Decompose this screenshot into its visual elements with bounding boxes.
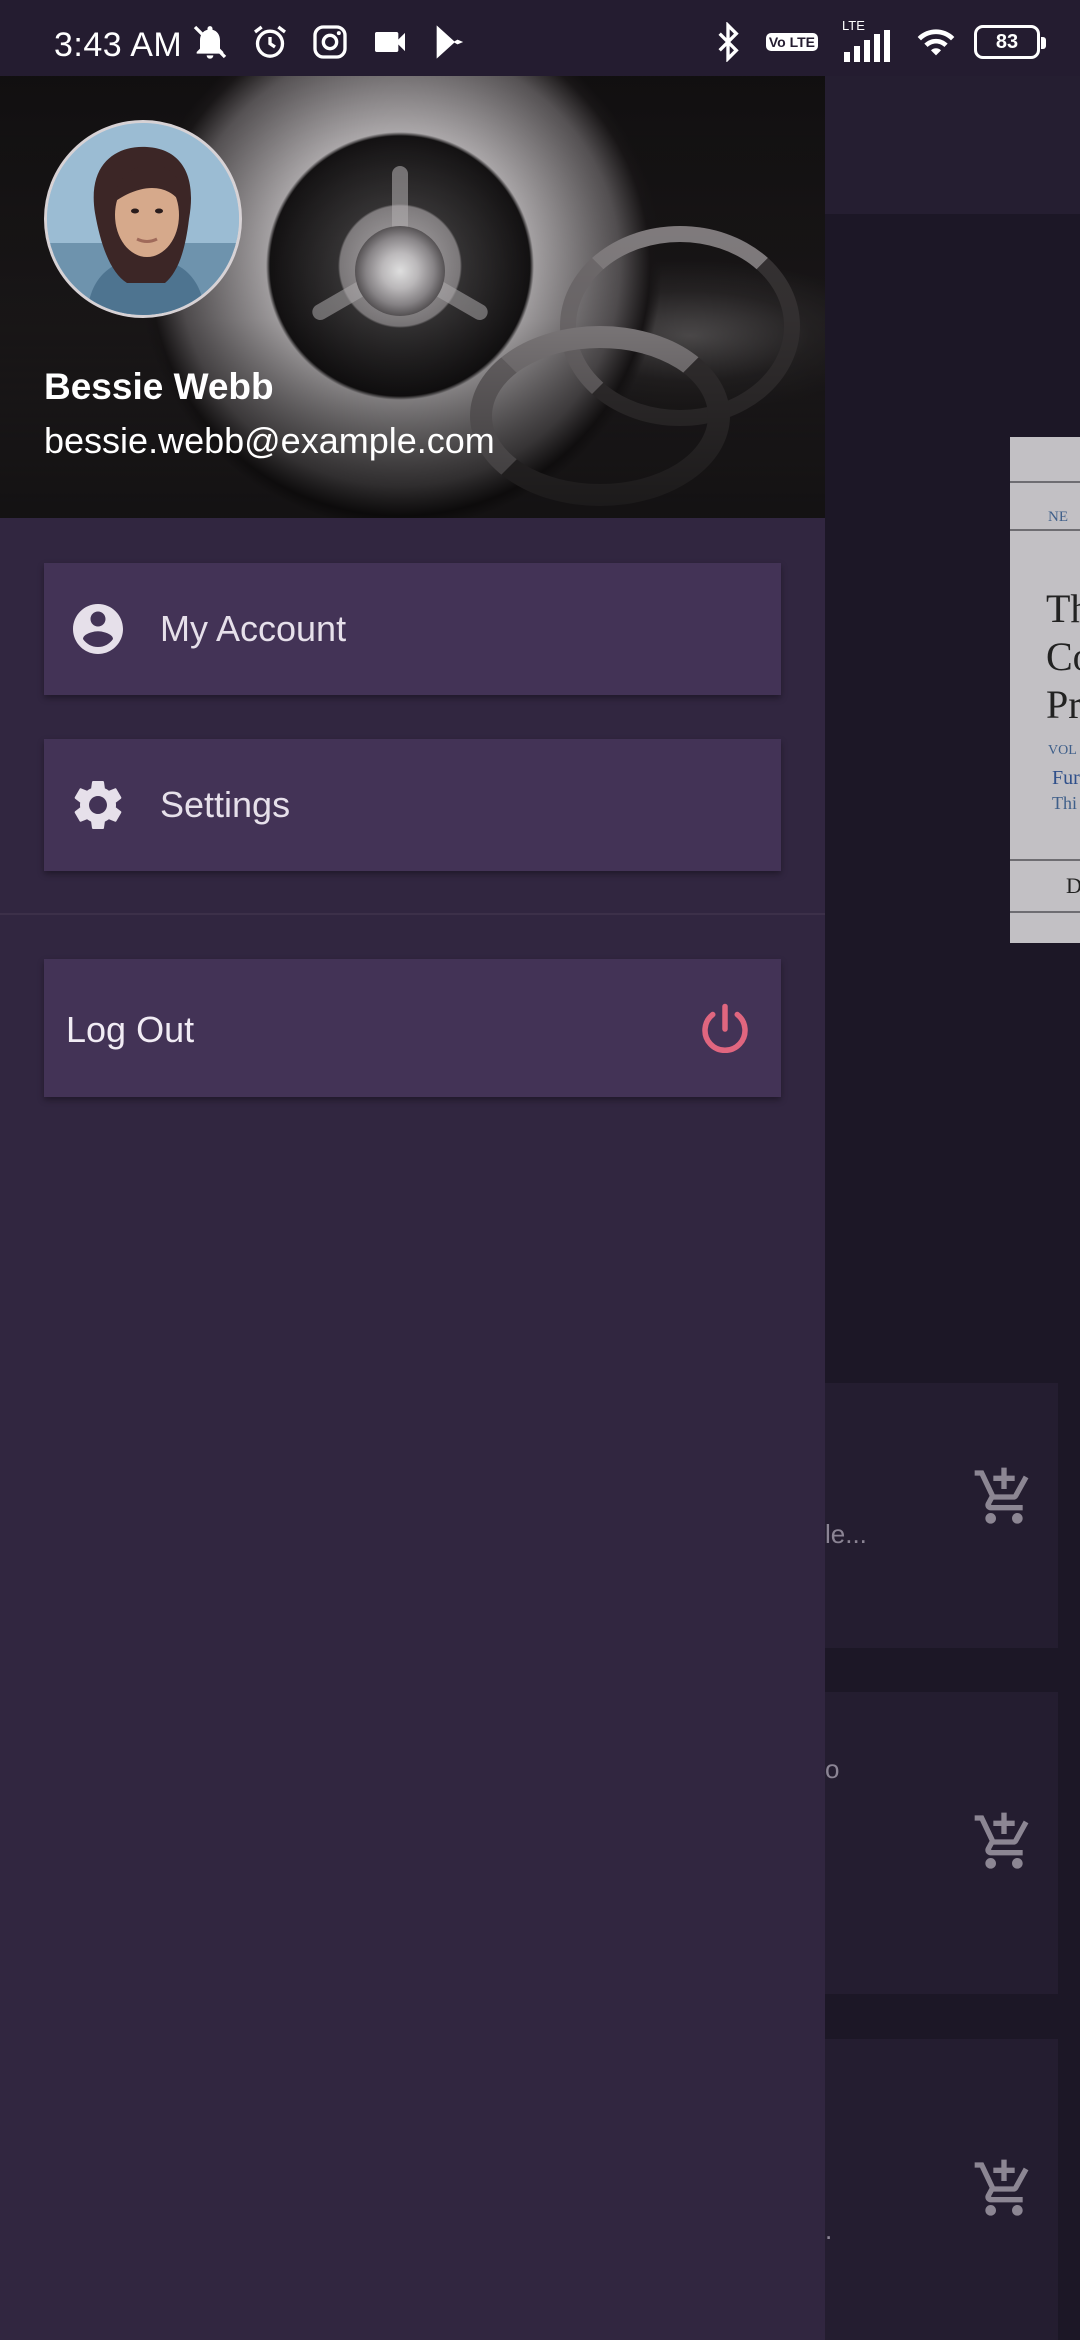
video-icon bbox=[375, 32, 405, 52]
doc-text: NE bbox=[1048, 509, 1068, 525]
user-name: Bessie Webb bbox=[44, 366, 274, 407]
system-icons: Vo LTE LTE 83 bbox=[708, 18, 1046, 62]
doc-text: Th bbox=[1046, 586, 1080, 631]
card-text: o bbox=[825, 1754, 840, 1784]
account-circle-icon bbox=[73, 604, 123, 654]
status-time: 3:43 AM bbox=[54, 26, 183, 64]
doc-text: D bbox=[1066, 873, 1080, 898]
menu-item-my-account[interactable]: My Account bbox=[44, 563, 781, 695]
signal-icon: LTE bbox=[836, 18, 898, 62]
menu-item-label: Settings bbox=[160, 784, 291, 825]
doc-text: Co bbox=[1046, 634, 1080, 679]
doc-text: Fur bbox=[1052, 767, 1080, 789]
doc-text: Pr bbox=[1046, 682, 1080, 727]
background-product-card[interactable]: . bbox=[825, 2039, 1058, 2340]
add-to-cart-icon[interactable] bbox=[972, 1465, 1036, 1529]
avatar[interactable] bbox=[44, 120, 242, 318]
avatar-photo bbox=[47, 123, 239, 315]
background-product-card[interactable]: le... bbox=[825, 1383, 1058, 1648]
drawer-divider bbox=[0, 913, 825, 915]
background-product-card[interactable]: o bbox=[825, 1692, 1058, 1994]
background-app-bar bbox=[825, 76, 1080, 214]
card-text: . bbox=[825, 2215, 833, 2245]
mute-icon bbox=[193, 25, 227, 59]
notification-icons bbox=[190, 22, 470, 62]
play-store-icon bbox=[436, 25, 464, 59]
wifi-icon bbox=[917, 29, 955, 56]
card-text: le... bbox=[825, 1519, 867, 1549]
menu-item-label: My Account bbox=[160, 608, 347, 649]
bluetooth-icon bbox=[718, 22, 739, 62]
background-document-thumbnail: NE Th Co Pr VOL Fur Thi D bbox=[1010, 437, 1080, 943]
logout-label: Log Out bbox=[66, 1009, 195, 1050]
battery-icon: 83 bbox=[974, 25, 1046, 59]
user-email: bessie.webb@example.com bbox=[44, 420, 495, 461]
doc-text: Thi bbox=[1052, 793, 1077, 813]
power-icon bbox=[702, 1003, 748, 1053]
instagram-icon bbox=[313, 25, 347, 59]
doc-text: VOL bbox=[1048, 743, 1077, 758]
battery-level: 83 bbox=[995, 30, 1019, 53]
navigation-drawer: Bessie Webb bessie.webb@example.com My A… bbox=[0, 76, 825, 2340]
drawer-header: Bessie Webb bessie.webb@example.com bbox=[0, 76, 825, 518]
add-to-cart-icon[interactable] bbox=[972, 1810, 1036, 1874]
menu-item-settings[interactable]: Settings bbox=[44, 739, 781, 871]
add-to-cart-icon[interactable] bbox=[972, 2157, 1036, 2221]
gear-icon bbox=[74, 781, 122, 829]
alarm-icon bbox=[254, 25, 286, 58]
status-bar: 3:43 AM Vo LTE LTE 83 bbox=[0, 0, 1080, 76]
volte-icon: Vo LTE bbox=[765, 33, 818, 51]
logout-button[interactable]: Log Out bbox=[44, 959, 781, 1097]
